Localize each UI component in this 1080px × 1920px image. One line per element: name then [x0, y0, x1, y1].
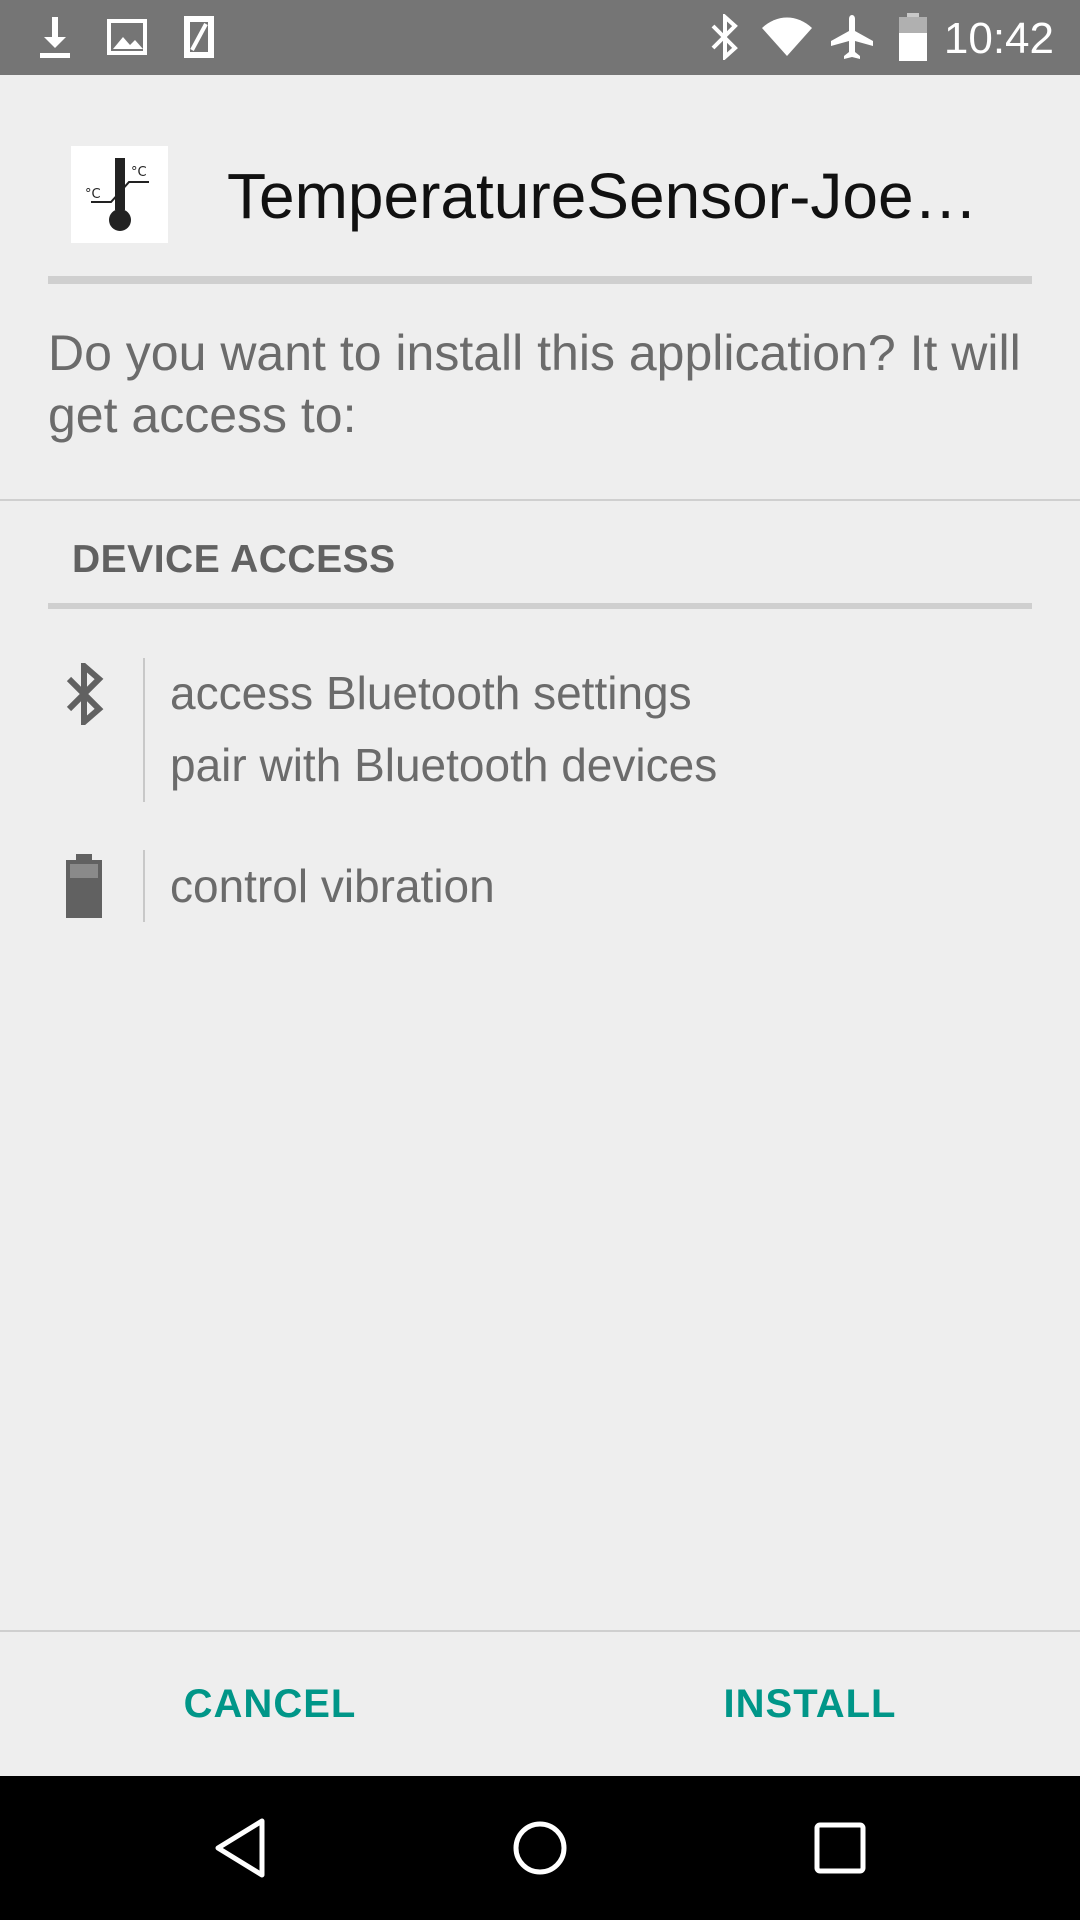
svg-text:°C: °C: [131, 165, 147, 180]
section-divider: [0, 499, 1080, 501]
install-screen: 10:42 °C °C TemperatureSensor-Joe… Do yo…: [0, 0, 1080, 1920]
permission-item: pair with Bluetooth devices: [170, 739, 718, 791]
permission-group-vibration: control vibration: [0, 848, 1080, 924]
permission-item: control vibration: [170, 860, 495, 912]
image-icon: [104, 12, 150, 62]
bluetooth-icon: [52, 663, 116, 725]
wifi-icon: [760, 12, 814, 62]
app-icon: °C °C: [71, 146, 168, 243]
battery-icon: [52, 854, 116, 918]
bluetooth-icon: [705, 12, 745, 62]
header-divider: [48, 276, 1032, 284]
svg-text:°C: °C: [85, 187, 101, 202]
section-title: DEVICE ACCESS: [72, 538, 396, 581]
install-question: Do you want to install this application?…: [48, 325, 1021, 443]
permission-group-bluetooth: access Bluetooth settings pair with Blue…: [0, 655, 1080, 805]
back-icon[interactable]: [200, 1808, 280, 1888]
section-underline: [48, 603, 1032, 609]
thermometer-icon: °C °C: [85, 158, 149, 231]
status-bar: 10:42: [0, 0, 1080, 75]
sd-card-icon: [176, 12, 222, 62]
recents-icon[interactable]: [800, 1808, 880, 1888]
install-button[interactable]: INSTALL: [540, 1632, 1080, 1776]
permission-rule: [143, 850, 145, 922]
navigation-bar: [0, 1776, 1080, 1920]
cancel-button[interactable]: CANCEL: [0, 1632, 540, 1776]
airplane-icon: [826, 12, 878, 62]
permission-item: access Bluetooth settings: [170, 667, 692, 719]
permission-rule: [143, 658, 145, 802]
app-title: TemperatureSensor-Joe…: [227, 160, 978, 232]
home-icon[interactable]: [500, 1808, 580, 1888]
download-icon: [32, 12, 78, 62]
battery-icon: [896, 12, 930, 62]
status-time: 10:42: [943, 14, 1054, 63]
